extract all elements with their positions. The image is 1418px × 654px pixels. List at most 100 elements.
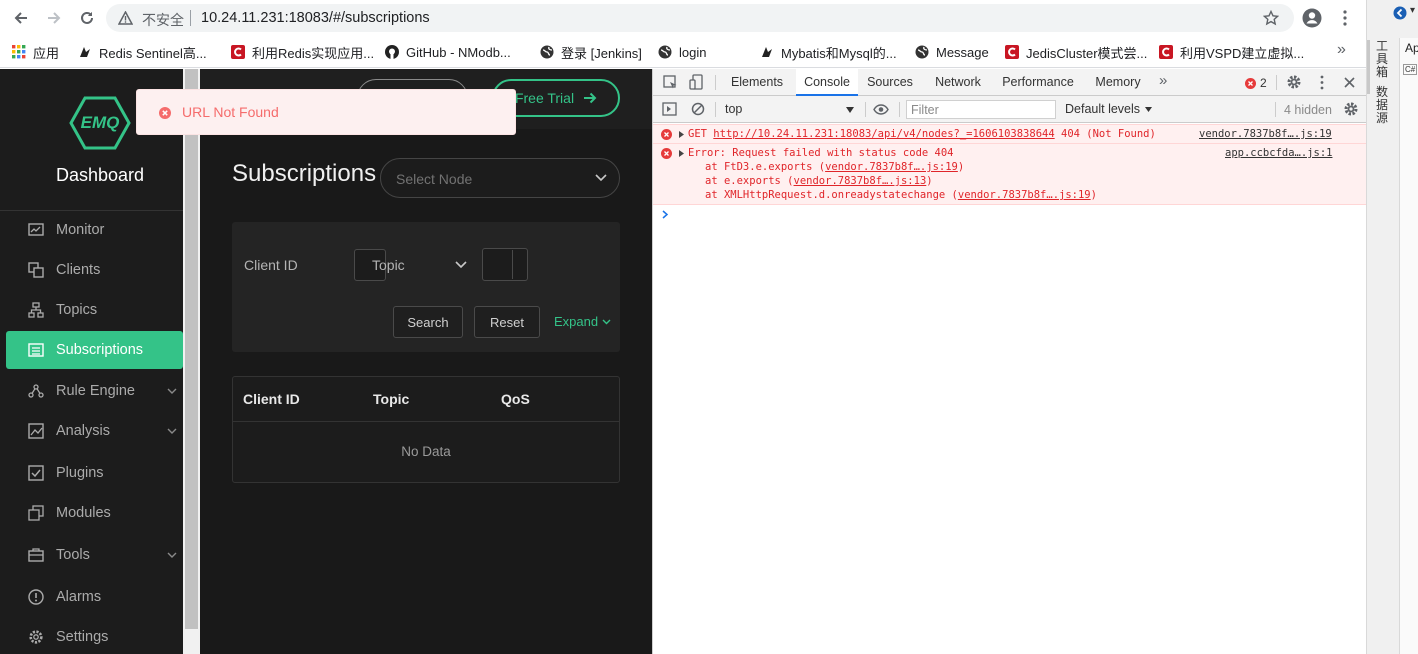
devtools-tab-console[interactable]: Console	[796, 69, 858, 96]
bookmark-item[interactable]: Redis Sentinel高...	[78, 43, 207, 61]
caret-down-icon	[1145, 106, 1153, 112]
dashboard-title: Dashboard	[55, 165, 145, 185]
bookmark-item[interactable]: Message	[915, 43, 989, 61]
bookmark-item[interactable]: 利用VSPD建立虚拟...	[1159, 43, 1304, 61]
globe-icon	[540, 45, 554, 59]
bookmark-item[interactable]: login	[658, 43, 706, 61]
arrow-right-icon	[48, 12, 61, 24]
error-source-link[interactable]: app.ccbcfda….js:1	[1225, 147, 1332, 159]
devtools-menu-icon[interactable]	[1319, 75, 1325, 90]
reset-button[interactable]: Reset	[474, 306, 540, 338]
live-expression-eye-icon[interactable]	[873, 104, 889, 115]
devtools-tab-sources[interactable]: Sources	[860, 69, 920, 96]
emq-dashboard: EMQ Dashboard Monitor Clients Topics Sub…	[0, 69, 652, 654]
profile-icon[interactable]	[1302, 8, 1322, 28]
sidebar-item-analysis[interactable]: Analysis	[6, 412, 183, 450]
devtools-tab-performance[interactable]: Performance	[994, 69, 1082, 96]
bookmark-label: login	[679, 44, 707, 60]
sidebar-item-label: Topics	[56, 302, 98, 318]
get-method: GET	[688, 128, 707, 140]
console-settings-gear-icon[interactable]	[1343, 101, 1359, 117]
stack-frame-link[interactable]: vendor.7837b8f….js:19	[825, 161, 958, 173]
sidebar-item-monitor[interactable]: Monitor	[6, 211, 183, 249]
datasource-tab[interactable]: 数据源	[1376, 86, 1390, 125]
bookmark-item[interactable]: JedisCluster模式尝...	[1005, 43, 1147, 61]
side-toolbar-thumb	[1367, 40, 1370, 94]
show-sidebar-icon[interactable]	[662, 102, 677, 116]
device-toolbar-icon[interactable]	[689, 74, 704, 90]
expand-triangle-icon[interactable]	[679, 150, 684, 157]
stack-frame-link[interactable]: vendor.7837b8f….js:13	[794, 175, 927, 187]
kebab-menu-icon[interactable]	[1337, 9, 1353, 27]
topic-chevron-down-icon[interactable]	[455, 261, 467, 269]
search-button[interactable]: Search	[393, 306, 463, 338]
bookmark-item[interactable]: GitHub - NModb...	[385, 43, 511, 61]
bookmark-item[interactable]: Mybatis和Mysql的...	[760, 43, 897, 61]
tabs-divider	[715, 75, 716, 90]
col-qos: QoS	[501, 391, 530, 407]
hidden-count: 4 hidden	[1284, 103, 1332, 117]
sidebar-scrollbar-thumb[interactable]	[185, 69, 198, 629]
reload-button[interactable]	[75, 6, 99, 30]
bookmark-label: 应用	[33, 45, 60, 61]
more-tabs-icon[interactable]: »	[1159, 72, 1167, 89]
bookmark-item[interactable]: 登录 [Jenkins]	[540, 43, 642, 61]
console-filter-input[interactable]: Filter	[906, 100, 1056, 119]
sidebar-item-topics[interactable]: Topics	[6, 291, 183, 329]
devtools-tabbar: Elements Console Sources Network Performance…	[653, 69, 1367, 96]
bookmark-item[interactable]: 利用Redis实现应用...	[231, 43, 374, 61]
sidebar-item-settings[interactable]: Settings	[6, 618, 183, 654]
bookmark-label: Mybatis和Mysql的...	[781, 45, 897, 61]
app-back-icon[interactable]	[1393, 6, 1407, 20]
sidebar-item-modules[interactable]: Modules	[6, 494, 183, 532]
close-devtools-icon[interactable]	[1344, 77, 1355, 88]
devtools-tab-network[interactable]: Network	[927, 69, 989, 96]
github-icon	[385, 45, 399, 59]
get-line-text: GET http://10.24.11.231:18083/api/v4/nod…	[688, 128, 1156, 140]
sidebar-item-label: Modules	[56, 505, 111, 521]
topic-input[interactable]	[482, 248, 528, 281]
modules-icon	[28, 505, 44, 521]
error-counter[interactable]: 2	[1245, 76, 1267, 90]
expand-triangle-icon[interactable]	[679, 131, 684, 138]
log-levels-dropdown[interactable]: Default levels	[1065, 102, 1153, 116]
table-empty-text: No Data	[401, 444, 451, 459]
sidebar-item-rule-engine[interactable]: Rule Engine	[6, 372, 183, 410]
toast-message: URL Not Found	[182, 104, 279, 120]
csharp-icon: C#	[1403, 64, 1418, 75]
get-url-link[interactable]: http://10.24.11.231:18083/api/v4/nodes?_…	[713, 128, 1054, 140]
address-bar[interactable]: 不安全 10.24.11.231:18083/#/subscriptions	[106, 4, 1294, 32]
forward-button[interactable]	[42, 6, 66, 30]
bookmark-label: 利用Redis实现应用...	[252, 45, 375, 61]
sidebar-item-alarms[interactable]: Alarms	[6, 578, 183, 616]
hidden-divider	[1275, 102, 1276, 117]
console-toolbar: top Filter Default levels 4 hidden	[653, 96, 1367, 123]
console-error-stack: Error: Request failed with status code 4…	[653, 144, 1367, 205]
select-node-dropdown[interactable]: Select Node	[380, 158, 620, 198]
expand-link[interactable]: Expand	[554, 314, 611, 329]
bookmark-item[interactable]: 应用	[12, 43, 59, 61]
devtools-tab-elements[interactable]: Elements	[724, 69, 790, 96]
csdn-icon	[1005, 45, 1019, 59]
toolbox-tab[interactable]: 工具箱	[1376, 40, 1390, 79]
sidebar-item-plugins[interactable]: Plugins	[6, 454, 183, 492]
sidebar-item-tools[interactable]: Tools	[6, 536, 183, 574]
devtools-tab-memory[interactable]: Memory	[1087, 69, 1149, 96]
sidebar-item-clients[interactable]: Clients	[6, 251, 183, 289]
stack-frame-link[interactable]: vendor.7837b8f….js:19	[958, 189, 1091, 201]
clear-console-icon[interactable]	[691, 102, 705, 116]
bookmarks-overflow-icon[interactable]: »	[1337, 41, 1346, 59]
side-caret-icon[interactable]: ▾	[1410, 5, 1415, 16]
sidebar-scrollbar[interactable]	[183, 69, 200, 654]
context-selector[interactable]: top	[719, 99, 859, 119]
console-prompt-icon[interactable]	[662, 210, 669, 219]
stack-frame-prefix: at FtD3.e.exports (	[705, 161, 826, 173]
bookmark-star-icon[interactable]	[1263, 10, 1279, 26]
gear-icon[interactable]	[1286, 74, 1302, 90]
sidebar-item-subscriptions[interactable]: Subscriptions	[6, 331, 183, 369]
search-button-label: Search	[407, 314, 449, 330]
inspect-element-icon[interactable]	[663, 75, 678, 90]
get-source-link[interactable]: vendor.7837b8f….js:19	[1199, 128, 1332, 140]
back-button[interactable]	[9, 6, 33, 30]
sidebar-item-label: Alarms	[56, 589, 102, 605]
